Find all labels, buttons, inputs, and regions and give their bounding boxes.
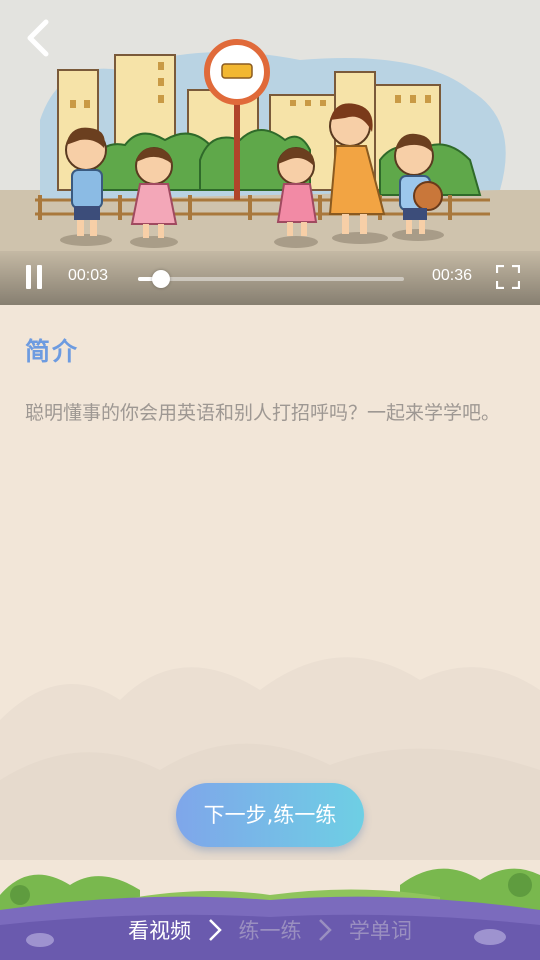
pause-icon[interactable] [24, 265, 44, 291]
total-time: 00:36 [431, 267, 472, 284]
player-controls: 00:03 00:36 [0, 251, 540, 305]
step-learn-words[interactable]: 学单词 [349, 915, 412, 945]
chevron-right-icon [319, 919, 332, 941]
progress-thumb[interactable] [151, 270, 170, 288]
intro-description: 聪明懂事的你会用英语和别人打招呼吗？一起来学学吧。 [25, 402, 501, 424]
intro-title: 简介 [25, 337, 80, 366]
chevron-right-icon [208, 919, 222, 941]
current-time: 00:03 [68, 267, 109, 284]
back-icon[interactable] [22, 18, 56, 58]
fullscreen-icon[interactable] [496, 265, 520, 289]
step-navigation: 看视频 练一练 学单词 [0, 915, 540, 949]
progress-slider[interactable] [138, 270, 404, 288]
video-player[interactable]: 00:03 00:36 [0, 0, 540, 305]
step-practice[interactable]: 练一练 [239, 915, 302, 945]
step-watch-video[interactable]: 看视频 [128, 915, 191, 945]
next-step-button[interactable]: 下一步,练一练 [176, 783, 364, 847]
